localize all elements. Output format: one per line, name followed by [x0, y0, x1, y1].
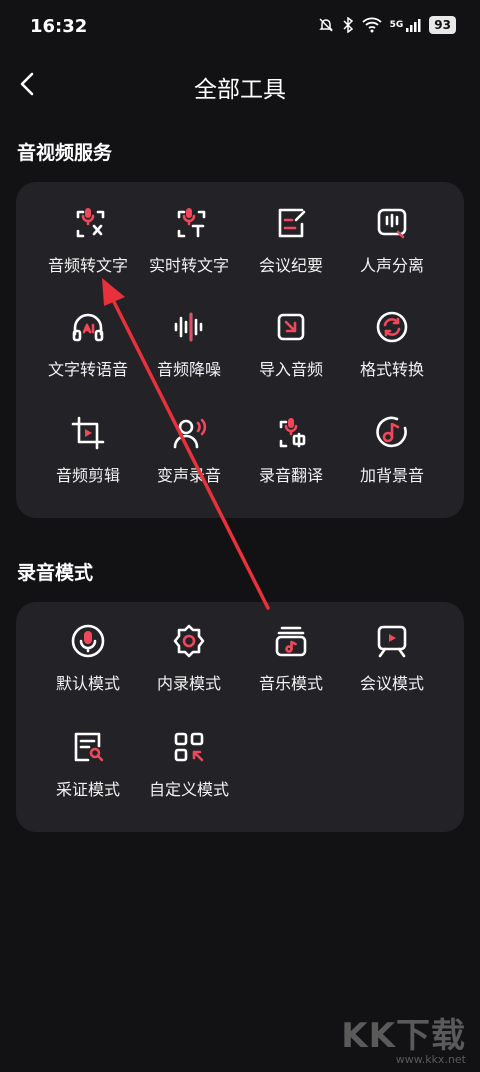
- mute-bell-icon: [318, 18, 333, 32]
- tool-item[interactable]: 录音翻译: [241, 414, 341, 504]
- convert-icon: [376, 311, 408, 343]
- section-title-av-services: 音视频服务: [17, 142, 113, 164]
- crop-play-icon: [71, 416, 105, 450]
- mic-translate-icon: [279, 418, 306, 448]
- mic-circle-icon: [71, 624, 105, 658]
- tool-label: 音频转文字: [47, 256, 128, 275]
- presentation-icon: [377, 625, 407, 658]
- status-bar: 16:32 5G 93: [0, 0, 480, 56]
- tool-label: 格式转换: [359, 360, 424, 379]
- tool-item[interactable]: 格式转换: [342, 308, 442, 398]
- watermark-logo: KK下载: [341, 1016, 466, 1056]
- page-title: 全部工具: [194, 77, 286, 103]
- wifi-icon: [362, 17, 382, 33]
- watermark: KK下载 www.kkx.net: [341, 1008, 466, 1066]
- status-time: 16:32: [30, 16, 88, 37]
- tool-label: 文字转语音: [47, 360, 128, 379]
- tool-label: 音乐模式: [258, 674, 323, 693]
- tool-label: 内录模式: [156, 674, 221, 693]
- tool-item[interactable]: 自定义模式: [139, 728, 239, 818]
- tool-label: 自定义模式: [148, 780, 229, 799]
- tool-label: 音频降噪: [156, 360, 221, 379]
- import-icon: [277, 313, 305, 341]
- tool-item[interactable]: 人声分离: [342, 204, 442, 294]
- tool-label: 人声分离: [359, 256, 424, 275]
- tool-item[interactable]: 音频转文字: [38, 204, 138, 294]
- tool-label: 会议模式: [359, 674, 424, 693]
- tool-item[interactable]: 内录模式: [139, 622, 239, 712]
- tool-label: 采证模式: [55, 780, 120, 799]
- battery-level: 93: [429, 16, 456, 34]
- network-label: 5G: [389, 20, 404, 30]
- custom-grid-icon: [174, 732, 204, 762]
- status-icons: 5G 93: [318, 16, 456, 34]
- tool-item[interactable]: 音乐模式: [241, 622, 341, 712]
- tool-item[interactable]: 加背景音: [342, 414, 442, 504]
- waveform-icon: [174, 312, 203, 342]
- tool-item[interactable]: 文字转语音: [38, 308, 138, 398]
- tool-item[interactable]: 变声录音: [139, 414, 239, 504]
- mic-text-icon: [76, 208, 105, 238]
- tool-label: 加背景音: [359, 466, 424, 485]
- header: 全部工具: [0, 60, 480, 108]
- mic-realtime-icon: [177, 208, 206, 238]
- tool-item[interactable]: 音频剪辑: [38, 414, 138, 504]
- tool-label: 实时转文字: [148, 256, 229, 275]
- record-modes-card: 默认模式 内录模式 音乐模式 会议模式采证模式 自定义模式: [16, 602, 464, 832]
- voice-change-icon: [173, 418, 207, 449]
- tool-label: 音频剪辑: [55, 466, 120, 485]
- voice-separate-icon: [377, 208, 407, 239]
- tool-item[interactable]: 音频降噪: [139, 308, 239, 398]
- tool-item[interactable]: 会议纪要: [241, 204, 341, 294]
- section-title-record-modes: 录音模式: [17, 562, 94, 584]
- music-note-icon: [376, 416, 407, 448]
- tool-label: 会议纪要: [258, 256, 323, 275]
- tool-item[interactable]: 默认模式: [38, 622, 138, 712]
- av-services-card: 音频转文字 实时转文字 会议纪要 人声分离文字转语音 音频降噪 导入音频 格式转换音频剪辑 变…: [16, 182, 464, 518]
- bluetooth-icon: [343, 17, 353, 33]
- tool-item[interactable]: 采证模式: [38, 728, 138, 818]
- tool-label: 导入音频: [258, 360, 323, 379]
- tool-label: 变声录音: [156, 466, 221, 485]
- music-stack-icon: [275, 626, 307, 657]
- evidence-search-icon: [74, 732, 104, 762]
- tool-label: 默认模式: [55, 674, 120, 693]
- tool-item[interactable]: 导入音频: [241, 308, 341, 398]
- meeting-notes-icon: [278, 208, 306, 238]
- signal-icon: [406, 19, 421, 32]
- tool-item[interactable]: 实时转文字: [139, 204, 239, 294]
- tool-item[interactable]: 会议模式: [342, 622, 442, 712]
- headphones-ai-icon: [72, 313, 104, 342]
- gear-mic-icon: [173, 624, 205, 658]
- tool-label: 录音翻译: [258, 466, 323, 485]
